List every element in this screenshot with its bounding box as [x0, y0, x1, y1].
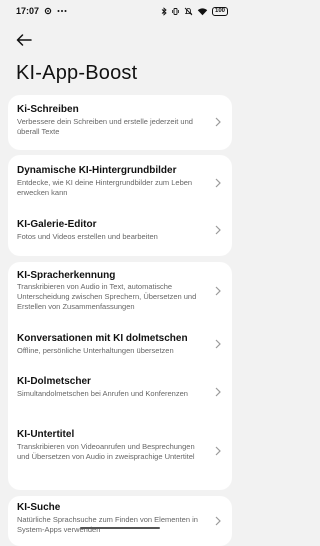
chevron-right-icon — [214, 339, 222, 349]
chevron-right-icon — [214, 516, 222, 526]
item-title: KI-Spracherkennung — [17, 270, 116, 281]
item-description: Offline, persönliche Unterhaltungen über… — [17, 346, 174, 355]
list-item-interpreter[interactable]: KI-Dolmetscher Simultandolmetschen bei A… — [8, 368, 232, 422]
chevron-right-icon — [214, 178, 222, 188]
item-description: Verbessere dein Schreiben und erstelle j… — [17, 117, 193, 136]
page-title: KI-App-Boost — [16, 62, 138, 84]
wifi-icon — [197, 7, 208, 16]
chevron-right-icon — [214, 387, 222, 397]
status-bar: 17:07 100 — [0, 0, 240, 22]
item-title: KI-Dolmetscher — [17, 376, 91, 387]
item-title: Ki-Schreiben — [17, 104, 79, 115]
settings-notification-icon — [44, 7, 52, 15]
item-description: Simultandolmetschen bei Anrufen und Konf… — [17, 389, 188, 398]
card-language: KI-Spracherkennung Transkribieren von Au… — [8, 262, 232, 490]
item-title: Dynamische KI-Hintergrundbilder — [17, 165, 177, 176]
list-item-dynamic-wallpapers[interactable]: Dynamische KI-Hintergrundbilder Entdecke… — [8, 155, 232, 211]
card-writing: Ki-Schreiben Verbessere dein Schreiben u… — [8, 95, 232, 150]
bluetooth-icon — [161, 6, 167, 16]
vibrate-icon — [171, 7, 180, 16]
list-item-conversation-interpreting[interactable]: Konversationen mit KI dolmetschen Offlin… — [8, 324, 232, 368]
more-notifications-icon — [57, 9, 67, 13]
back-button[interactable] — [12, 30, 36, 50]
item-title: KI-Untertitel — [17, 429, 75, 440]
item-description: Transkribieren von Audio in Text, automa… — [17, 282, 197, 311]
card-visual: Dynamische KI-Hintergrundbilder Entdecke… — [8, 155, 232, 256]
chevron-right-icon — [214, 286, 222, 296]
item-title: KI-Suche — [17, 502, 61, 513]
list-item-gallery-editor[interactable]: KI-Galerie-Editor Fotos und Videos erste… — [8, 211, 232, 256]
chevron-right-icon — [214, 117, 222, 127]
list-item-speech-recognition[interactable]: KI-Spracherkennung Transkribieren von Au… — [8, 262, 232, 324]
item-description: Transkribieren von Videoanrufen und Besp… — [17, 442, 195, 461]
item-description: Entdecke, wie KI deine Hintergrundbilder… — [17, 178, 193, 197]
status-time: 17:07 — [16, 6, 40, 16]
chevron-right-icon — [214, 446, 222, 456]
chevron-right-icon — [214, 225, 222, 235]
battery-icon: 100 — [211, 6, 228, 16]
arrow-left-icon — [16, 34, 32, 46]
card-search: KI-Suche Natürliche Sprachsuche zum Find… — [8, 496, 232, 546]
item-title: Konversationen mit KI dolmetschen — [17, 333, 188, 344]
item-description: Natürliche Sprachsuche zum Finden von El… — [17, 515, 198, 534]
item-title: KI-Galerie-Editor — [17, 219, 97, 230]
home-indicator[interactable] — [80, 527, 160, 529]
list-item-ki-search[interactable]: KI-Suche Natürliche Sprachsuche zum Find… — [8, 496, 232, 546]
mute-icon — [184, 7, 193, 16]
list-item-subtitles[interactable]: KI-Untertitel Transkribieren von Videoan… — [8, 422, 232, 490]
list-item-ki-schreiben[interactable]: Ki-Schreiben Verbessere dein Schreiben u… — [8, 95, 232, 150]
item-description: Fotos und Videos erstellen und bearbeite… — [17, 232, 158, 241]
